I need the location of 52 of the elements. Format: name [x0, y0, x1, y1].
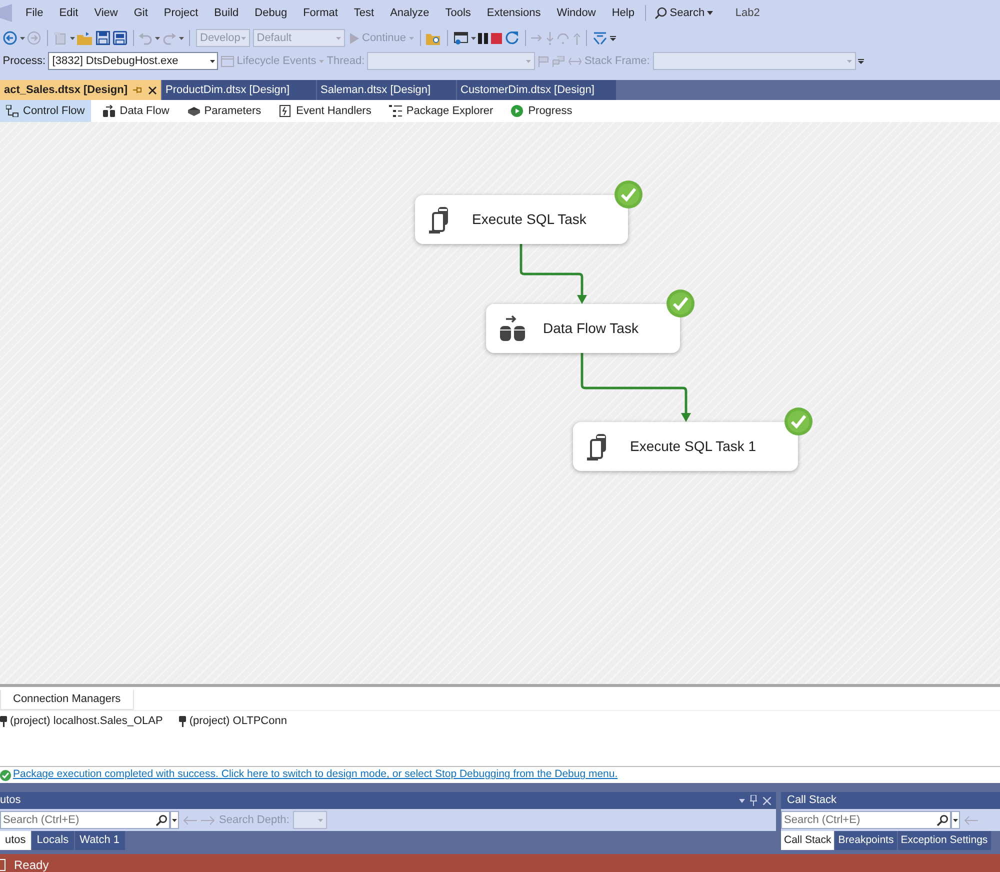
panel-tab[interactable]: Call Stack — [781, 831, 836, 850]
menu-item[interactable]: Extensions — [478, 0, 549, 26]
solution-name: Lab2 — [735, 6, 760, 21]
panel-tab[interactable]: utos — [0, 831, 32, 850]
menu-item[interactable]: View — [86, 0, 126, 26]
document-tab[interactable]: Saleman.dtsx [Design] — [316, 80, 456, 100]
search-menu[interactable]: Search — [649, 4, 719, 22]
panel-title: Call Stack — [787, 793, 837, 808]
search-field[interactable]: Search (Ctrl+E) — [0, 811, 170, 829]
designer-tab[interactable]: Data Flow — [96, 100, 176, 122]
menu-item[interactable]: Help — [604, 0, 642, 26]
menu-label: Search — [670, 6, 705, 21]
status-text: Ready — [14, 857, 49, 872]
panel-title: utos — [0, 793, 21, 808]
node-label: Execute SQL Task 1 — [630, 437, 756, 456]
designer-tab[interactable]: Event Handlers — [273, 100, 378, 122]
menu-item[interactable]: Analyze — [382, 0, 438, 26]
field-label: Process: — [2, 54, 46, 69]
document-tab[interactable]: act_Sales.dtsx [Design] — [0, 80, 162, 100]
designer-tab[interactable]: Parameters — [181, 100, 268, 122]
document-tab[interactable]: ProductDim.dtsx [Design] — [162, 80, 316, 100]
task-node[interactable]: Execute SQL Task 1 — [573, 422, 798, 471]
task-node[interactable]: Execute SQL Task — [415, 195, 628, 244]
panel-tab[interactable]: Breakpoints — [835, 831, 898, 850]
menu-item[interactable]: Format — [295, 0, 346, 26]
task-node[interactable]: Data Flow Task — [486, 304, 680, 353]
field-label: Thread: — [326, 54, 365, 69]
menu-item[interactable]: Test — [346, 0, 382, 26]
menu-item[interactable]: Window — [548, 0, 604, 26]
document-tab[interactable]: CustomerDim.dtsx [Design] — [456, 80, 616, 100]
field-label: Search Depth: — [219, 812, 290, 828]
menu-item[interactable]: Tools — [437, 0, 479, 26]
panel-tab[interactable]: Exception Settings — [898, 831, 992, 850]
panel-tab[interactable]: Watch 1 — [74, 831, 126, 850]
menu-item[interactable]: Debug — [246, 0, 296, 26]
panel-tab[interactable]: Locals — [32, 831, 75, 850]
menu-item[interactable]: Project — [156, 0, 206, 26]
designer-tab[interactable]: Progress — [505, 100, 578, 122]
menu-item[interactable]: Edit — [51, 0, 86, 26]
menu-item[interactable]: Git — [126, 0, 156, 26]
connection-item[interactable]: (project) localhost.Sales_OLAP — [0, 713, 163, 730]
menu-item[interactable]: File — [18, 0, 52, 26]
process-dropdown[interactable]: [3832] DtsDebugHost.exe — [48, 52, 218, 70]
connection-item[interactable]: (project) OLTPConn — [179, 713, 287, 730]
designer-tab[interactable]: Package Explorer — [383, 100, 500, 122]
node-label: Data Flow Task — [543, 319, 638, 338]
node-label: Execute SQL Task — [472, 210, 586, 229]
menu-item[interactable]: Build — [206, 0, 247, 26]
search-field[interactable]: Search (Ctrl+E) — [781, 811, 951, 829]
panel-tab[interactable]: Connection Managers — [0, 690, 134, 710]
field-label: Stack Frame: — [584, 54, 650, 69]
designer-tab[interactable]: Control Flow — [0, 100, 91, 122]
